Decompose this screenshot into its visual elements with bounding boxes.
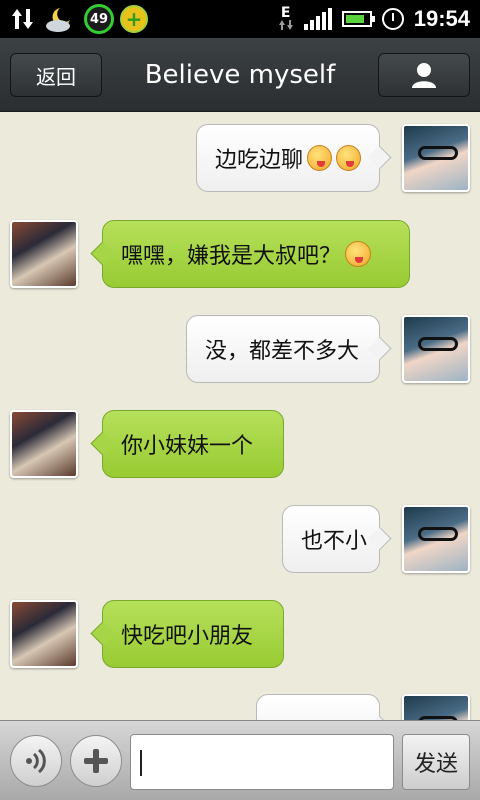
- title-bar: 返回 Believe myself: [0, 38, 480, 112]
- message-row: 边吃边聊: [0, 124, 480, 196]
- message-text: 边吃边聊: [215, 148, 304, 173]
- message-text: 快吃吧小朋友: [121, 624, 254, 649]
- message-input[interactable]: [130, 734, 394, 790]
- status-bar: 49 + E 19:54: [0, 0, 480, 38]
- message-row: 你小妹妹一个: [0, 410, 480, 482]
- avatar[interactable]: [402, 505, 470, 573]
- voice-button[interactable]: [10, 735, 62, 787]
- message-text: 没，都差不多大: [205, 339, 360, 364]
- voice-icon: [26, 748, 46, 774]
- status-clock: 19:54: [413, 6, 470, 31]
- message-bubble[interactable]: [256, 694, 380, 720]
- plus-icon: [84, 749, 108, 773]
- send-button[interactable]: 发送: [402, 734, 470, 790]
- text-caret: [140, 750, 142, 776]
- message-bubble[interactable]: 没，都差不多大: [186, 315, 380, 383]
- message-text: 你小妹妹一个: [121, 434, 254, 459]
- tongue-emoji-icon: [345, 241, 372, 267]
- message-row: 快吃吧小朋友: [0, 600, 480, 672]
- status-left-icons: 49 +: [10, 4, 148, 34]
- message-bubble[interactable]: 边吃边聊: [196, 124, 380, 192]
- avatar[interactable]: [402, 315, 470, 383]
- message-row: 没，都差不多大: [0, 315, 480, 387]
- message-row: 嘿嘿，嫌我是大叔吧？: [0, 220, 480, 292]
- profile-button[interactable]: [378, 53, 470, 97]
- back-button[interactable]: 返回: [10, 53, 102, 97]
- avatar[interactable]: [402, 124, 470, 192]
- avatar[interactable]: [10, 600, 78, 668]
- person-icon: [412, 63, 436, 88]
- tongue-emoji-icon: [336, 145, 361, 171]
- message-bubble[interactable]: 嘿嘿，嫌我是大叔吧？: [102, 220, 410, 288]
- avatar[interactable]: [10, 220, 78, 288]
- battery-icon: [341, 11, 375, 27]
- avatar[interactable]: [402, 694, 470, 720]
- security-plus-icon: +: [120, 5, 148, 33]
- message-text: 嘿嘿，嫌我是大叔吧？: [121, 244, 342, 269]
- battery-badge: 49: [84, 4, 114, 34]
- message-row: 也不小: [0, 505, 480, 577]
- message-bubble[interactable]: 你小妹妹一个: [102, 410, 284, 478]
- message-bubble[interactable]: 快吃吧小朋友: [102, 600, 284, 668]
- alarm-icon: [381, 8, 404, 30]
- input-bar: 发送: [0, 720, 480, 800]
- network-type-label: E: [280, 5, 291, 21]
- chat-title: Believe myself: [144, 60, 336, 90]
- weather-icon: [46, 8, 70, 32]
- more-options-button[interactable]: [70, 735, 122, 787]
- status-right-icons: E 19:54: [278, 4, 470, 34]
- chat-list[interactable]: 边吃边聊 嘿嘿，嫌我是大叔吧？ 没，都差不多大 你小妹妹一个 也不小 快吃吧小朋…: [0, 112, 480, 720]
- message-text: 也不小: [301, 529, 368, 554]
- network-arrows-icon: [278, 20, 293, 30]
- message-bubble[interactable]: 也不小: [282, 505, 380, 573]
- tongue-emoji-icon: [307, 145, 332, 171]
- message-row: [0, 694, 480, 720]
- signal-icon: [303, 8, 332, 30]
- avatar[interactable]: [10, 410, 78, 478]
- data-transfer-icon: [12, 9, 33, 29]
- network-type-indicator: E: [278, 5, 294, 31]
